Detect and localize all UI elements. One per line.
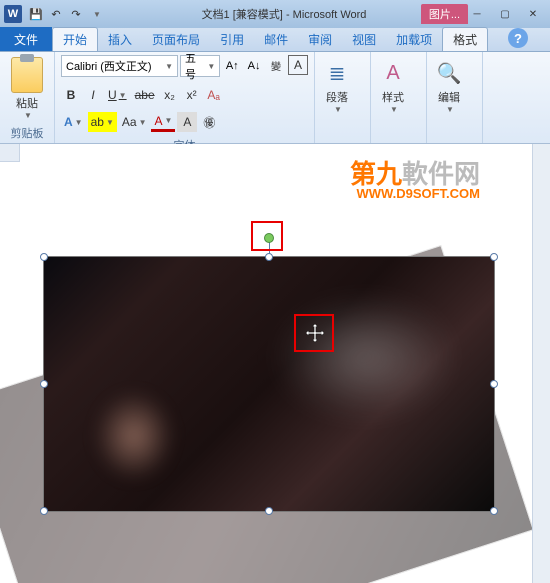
ruler-corner (0, 144, 20, 162)
watermark-url: WWW.D9SOFT.COM (357, 186, 481, 201)
tab-home[interactable]: 开始 (52, 27, 98, 51)
tab-page-layout[interactable]: 页面布局 (142, 27, 210, 51)
ribbon: 粘贴 ▼ 剪贴板 Calibri (西文正文)▼ 五号▼ A↑ A↓ 變 A B (0, 52, 550, 144)
font-color-button[interactable]: A▼ (151, 112, 175, 132)
resize-handle-bm[interactable] (265, 507, 273, 515)
compat-mode: [兼容模式] (233, 9, 283, 21)
tab-addins[interactable]: 加载项 (386, 27, 442, 51)
font-size-dropdown[interactable]: 五号▼ (180, 55, 220, 77)
enclose-chars-button[interactable]: ㊝ (199, 112, 219, 132)
clipboard-group: 粘贴 ▼ 剪贴板 (0, 52, 55, 143)
char-border-button[interactable]: A (288, 55, 308, 75)
resize-handle-bl[interactable] (40, 507, 48, 515)
tab-format[interactable]: 格式 (442, 27, 488, 51)
styles-icon: A (377, 57, 409, 89)
resize-handle-tl[interactable] (40, 253, 48, 261)
paragraph-button[interactable]: ≣ 段落 ▼ (321, 55, 353, 141)
window-controls: ─ ▢ ✕ (464, 6, 546, 22)
find-icon: 🔍 (433, 57, 465, 89)
document-canvas[interactable]: 第九軟件网 WWW.D9SOFT.COM (0, 144, 550, 583)
chevron-down-icon: ▼ (24, 111, 32, 120)
picture-tools-context-tab[interactable]: 图片... (421, 4, 468, 24)
watermark-part2: 軟件网 (402, 159, 480, 189)
paragraph-label: 段落 (326, 89, 348, 105)
resize-handle-tr[interactable] (490, 253, 498, 261)
tab-review[interactable]: 审阅 (298, 27, 342, 51)
tab-mailings[interactable]: 邮件 (254, 27, 298, 51)
grow-font-button[interactable]: A↑ (222, 55, 242, 77)
styles-group: A 样式 ▼ (371, 52, 427, 143)
editing-button[interactable]: 🔍 编辑 ▼ (433, 55, 465, 141)
font-name-dropdown[interactable]: Calibri (西文正文)▼ (61, 55, 178, 77)
close-button[interactable]: ✕ (520, 6, 546, 22)
tab-view[interactable]: 视图 (342, 27, 386, 51)
vertical-scrollbar[interactable] (532, 144, 550, 583)
change-case-button[interactable]: Aa▼ (119, 112, 150, 132)
shrink-font-button[interactable]: A↓ (244, 55, 264, 77)
text-effects-button[interactable]: A▼ (61, 112, 86, 132)
italic-button[interactable]: I (83, 85, 103, 105)
clipboard-group-label: 剪贴板 (6, 123, 48, 141)
document-name: 文档1 (202, 9, 230, 21)
tab-insert[interactable]: 插入 (98, 27, 142, 51)
resize-handle-br[interactable] (490, 507, 498, 515)
resize-handle-ml[interactable] (40, 380, 48, 388)
underline-button[interactable]: U▼ (105, 85, 130, 105)
save-icon[interactable]: 💾 (28, 6, 44, 22)
window-title: 文档1 [兼容模式] - Microsoft Word (104, 6, 464, 22)
font-size-value: 五号 (185, 50, 205, 82)
styles-label: 样式 (382, 89, 404, 105)
font-name-value: Calibri (西文正文) (66, 58, 152, 74)
annotation-box-rotate (251, 221, 283, 251)
tab-file[interactable]: 文件 (0, 27, 52, 51)
char-shading-button[interactable]: A (177, 112, 197, 132)
subscript-button[interactable]: x₂ (160, 85, 180, 105)
selected-image[interactable] (43, 256, 495, 512)
clear-formatting-button[interactable]: Aₐ (204, 85, 224, 105)
paragraph-group: ≣ 段落 ▼ (315, 52, 371, 143)
paste-label: 粘贴 (16, 95, 38, 111)
font-group: Calibri (西文正文)▼ 五号▼ A↑ A↓ 變 A B I U▼ abe… (55, 52, 315, 143)
word-app-icon: W (4, 5, 22, 23)
highlight-button[interactable]: ab▼ (88, 112, 117, 132)
watermark-part1: 第九 (350, 159, 402, 189)
tab-references[interactable]: 引用 (210, 27, 254, 51)
maximize-button[interactable]: ▢ (492, 6, 518, 22)
superscript-button[interactable]: x² (182, 85, 202, 105)
quick-access-toolbar: 💾 ↶ ↷ ▼ (28, 6, 104, 22)
paragraph-icon: ≣ (321, 57, 353, 89)
paste-button[interactable]: 粘贴 ▼ (6, 55, 48, 123)
qat-dropdown-icon[interactable]: ▼ (88, 6, 104, 22)
ribbon-tabs: 文件 开始 插入 页面布局 引用 邮件 审阅 视图 加载项 格式 (0, 28, 550, 52)
editing-group: 🔍 编辑 ▼ (427, 52, 483, 143)
move-cursor-icon (304, 322, 326, 344)
strikethrough-button[interactable]: abe (132, 85, 158, 105)
help-button[interactable]: ? (508, 28, 528, 48)
resize-handle-tm[interactable] (265, 253, 273, 261)
app-name: Microsoft Word (293, 9, 367, 21)
editing-label: 编辑 (438, 89, 460, 105)
paste-icon (11, 57, 43, 93)
styles-button[interactable]: A 样式 ▼ (377, 55, 409, 141)
bold-button[interactable]: B (61, 85, 81, 105)
redo-icon[interactable]: ↷ (68, 6, 84, 22)
resize-handle-mr[interactable] (490, 380, 498, 388)
pinyin-guide-button[interactable]: 變 (266, 55, 286, 75)
undo-icon[interactable]: ↶ (48, 6, 64, 22)
